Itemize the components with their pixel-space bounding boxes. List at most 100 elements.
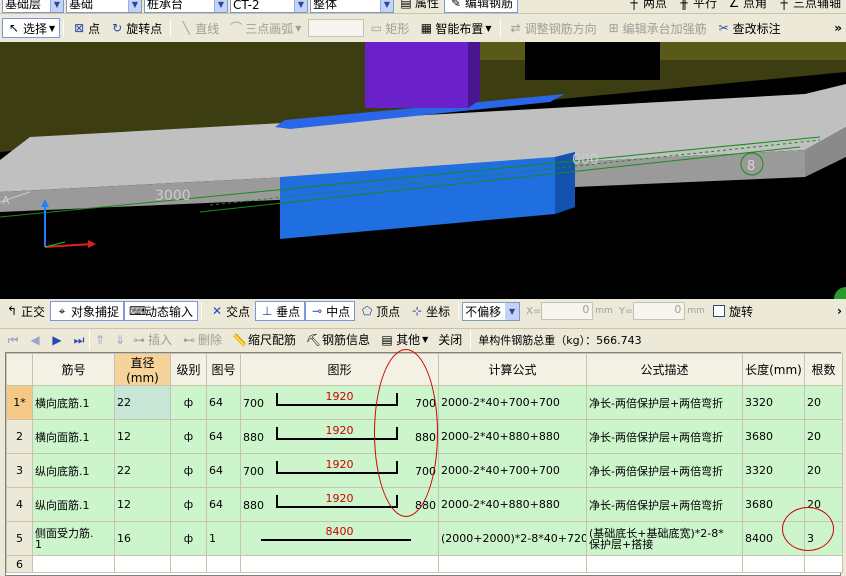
- row-number[interactable]: 3: [6, 453, 33, 488]
- toolbar-overflow-icon[interactable]: »: [834, 21, 846, 35]
- 3d-viewport[interactable]: 3000 000 A 8: [0, 42, 846, 299]
- name-cell[interactable]: 纵向底筋.1: [32, 453, 115, 488]
- edit-cap-rebar-button[interactable]: ⊞ 编辑承台加强筋: [602, 18, 712, 38]
- col-header-length[interactable]: 长度(mm): [742, 353, 805, 386]
- offset-select[interactable]: 不偏移 ▼: [462, 301, 521, 321]
- object-snap-button[interactable]: ⌖ 对象捕捉: [50, 301, 125, 321]
- count-cell[interactable]: 20: [804, 453, 843, 488]
- point-angle-button[interactable]: ∠ 点角: [722, 0, 772, 13]
- length-cell[interactable]: 3320: [742, 385, 805, 420]
- grade-cell[interactable]: ф: [170, 385, 207, 420]
- fig-cell[interactable]: 1: [206, 521, 241, 556]
- delete-button[interactable]: ⊷ 删除: [177, 330, 227, 350]
- count-cell[interactable]: 20: [804, 385, 843, 420]
- formula-cell[interactable]: 2000-2*40+700+700: [438, 385, 587, 420]
- y-offset-input[interactable]: 0: [633, 302, 686, 320]
- scale-rebar-button[interactable]: 📏 缩尺配筋: [227, 330, 301, 350]
- properties-button[interactable]: ▤ 属性: [394, 0, 444, 13]
- col-header-formula[interactable]: 计算公式: [438, 353, 587, 386]
- move-down-icon[interactable]: ⇓: [113, 333, 127, 347]
- row-number[interactable]: 2: [6, 419, 33, 454]
- row-number[interactable]: 5: [6, 521, 33, 556]
- col-header-fig-no[interactable]: 图号: [206, 353, 241, 386]
- edit-rebar-button[interactable]: ✎ 编辑钢筋: [444, 0, 519, 13]
- formula-cell[interactable]: 2000-2*40+700+700: [438, 453, 587, 488]
- grade-cell[interactable]: [170, 555, 207, 573]
- name-cell[interactable]: 横向面筋.1: [32, 419, 115, 454]
- formula-cell[interactable]: [438, 555, 587, 573]
- dynamic-input-button[interactable]: ⌨ 动态输入: [124, 301, 199, 321]
- other-button[interactable]: ▤ 其他 ▼: [375, 330, 433, 350]
- rotate-point-button[interactable]: ↻ 旋转点: [105, 18, 167, 38]
- diameter-cell[interactable]: 12: [114, 419, 171, 454]
- vertex-snap-button[interactable]: ⬠ 顶点: [355, 301, 405, 321]
- table-row[interactable]: 6: [6, 555, 843, 573]
- line-button[interactable]: ╲ 直线: [174, 18, 224, 38]
- shape-cell[interactable]: 8400: [240, 521, 439, 556]
- grade-cell[interactable]: ф: [170, 521, 207, 556]
- table-row[interactable]: 5 侧面受力筋. 1 16 ф 1 8400 (2000+2000)*2-8*40+720 (基…: [6, 521, 843, 556]
- ortho-button[interactable]: ↰ 正交: [0, 301, 50, 321]
- diameter-cell[interactable]: 16: [114, 521, 171, 556]
- col-header-diameter[interactable]: 直径(mm): [114, 353, 171, 386]
- description-cell[interactable]: 净长-两倍保护层+两倍弯折: [586, 453, 743, 488]
- shape-cell[interactable]: [240, 555, 439, 573]
- diameter-cell[interactable]: 12: [114, 487, 171, 522]
- adjust-rebar-dir-button[interactable]: ⇄ 调整钢筋方向: [504, 18, 602, 38]
- intersection-snap-button[interactable]: ✕ 交点: [205, 301, 255, 321]
- formula-cell[interactable]: 2000-2*40+880+880: [438, 419, 587, 454]
- diameter-cell[interactable]: 22: [114, 385, 171, 420]
- grade-cell[interactable]: ф: [170, 487, 207, 522]
- row-number[interactable]: 6: [6, 555, 33, 573]
- grade-cell[interactable]: ф: [170, 419, 207, 454]
- length-cell[interactable]: 3320: [742, 453, 805, 488]
- floor-select[interactable]: 基础层 ▼: [2, 0, 64, 13]
- fig-cell[interactable]: [206, 555, 241, 573]
- row-number[interactable]: 4: [6, 487, 33, 522]
- description-cell[interactable]: 净长-两倍保护层+两倍弯折: [586, 487, 743, 522]
- length-cell[interactable]: [742, 555, 805, 573]
- count-cell[interactable]: [804, 555, 843, 573]
- component-type-select[interactable]: 桩承台 ▼: [144, 0, 228, 13]
- count-cell[interactable]: 20: [804, 419, 843, 454]
- fig-cell[interactable]: 64: [206, 385, 241, 420]
- col-header-count[interactable]: 根数: [804, 353, 843, 386]
- fig-cell[interactable]: 64: [206, 453, 241, 488]
- description-cell[interactable]: [586, 555, 743, 573]
- name-cell[interactable]: 侧面受力筋. 1: [32, 521, 115, 556]
- three-point-axis-button[interactable]: ┼ 三点辅轴: [772, 0, 846, 13]
- description-cell[interactable]: 净长-两倍保护层+两倍弯折: [586, 385, 743, 420]
- toolbar-overflow-icon[interactable]: ›: [837, 304, 846, 318]
- component-select[interactable]: CT-2 ▼: [230, 0, 308, 13]
- description-cell[interactable]: 净长-两倍保护层+两倍弯折: [586, 419, 743, 454]
- formula-cell[interactable]: 2000-2*40+880+880: [438, 487, 587, 522]
- col-header-name[interactable]: 筋号: [32, 353, 115, 386]
- fig-cell[interactable]: 64: [206, 419, 241, 454]
- coordinate-snap-button[interactable]: ⊹ 坐标: [405, 301, 455, 321]
- category-select[interactable]: 基础 ▼: [66, 0, 142, 13]
- name-cell[interactable]: 横向底筋.1: [32, 385, 115, 420]
- insert-button[interactable]: ⊶ 插入: [127, 330, 177, 350]
- two-point-axis-button[interactable]: ┼ 两点: [622, 0, 672, 13]
- arc-param-select[interactable]: [308, 19, 365, 37]
- prev-record-icon[interactable]: ◀: [28, 333, 42, 347]
- col-header-description[interactable]: 公式描述: [586, 353, 743, 386]
- three-point-arc-button[interactable]: ⌒ 三点画弧 ▼: [224, 18, 306, 38]
- name-cell[interactable]: 纵向面筋.1: [32, 487, 115, 522]
- rebar-info-button[interactable]: ⛏ 钢筋信息: [301, 330, 375, 350]
- check-mark-button[interactable]: ✂ 查改标注: [712, 18, 786, 38]
- parallel-axis-button[interactable]: ╫ 平行: [672, 0, 722, 13]
- last-record-icon[interactable]: ⏭: [72, 333, 86, 347]
- col-header-grade[interactable]: 级别: [170, 353, 207, 386]
- diameter-cell[interactable]: [114, 555, 171, 573]
- select-button[interactable]: ↖ 选择 ▼: [2, 18, 61, 38]
- formula-cell[interactable]: (2000+2000)*2-8*40+720: [438, 521, 587, 556]
- point-button[interactable]: ⊠ 点: [67, 18, 105, 38]
- next-record-icon[interactable]: ▶: [50, 333, 64, 347]
- first-record-icon[interactable]: ⏮: [6, 333, 20, 347]
- perpendicular-snap-button[interactable]: ⊥ 垂点: [255, 301, 306, 321]
- move-up-icon[interactable]: ⇑: [93, 333, 107, 347]
- smart-layout-button[interactable]: ▦ 智能布置 ▼: [414, 18, 496, 38]
- length-cell[interactable]: 3680: [742, 419, 805, 454]
- description-cell[interactable]: (基础底长+基础底宽)*2-8* 保护层+搭接: [586, 521, 743, 556]
